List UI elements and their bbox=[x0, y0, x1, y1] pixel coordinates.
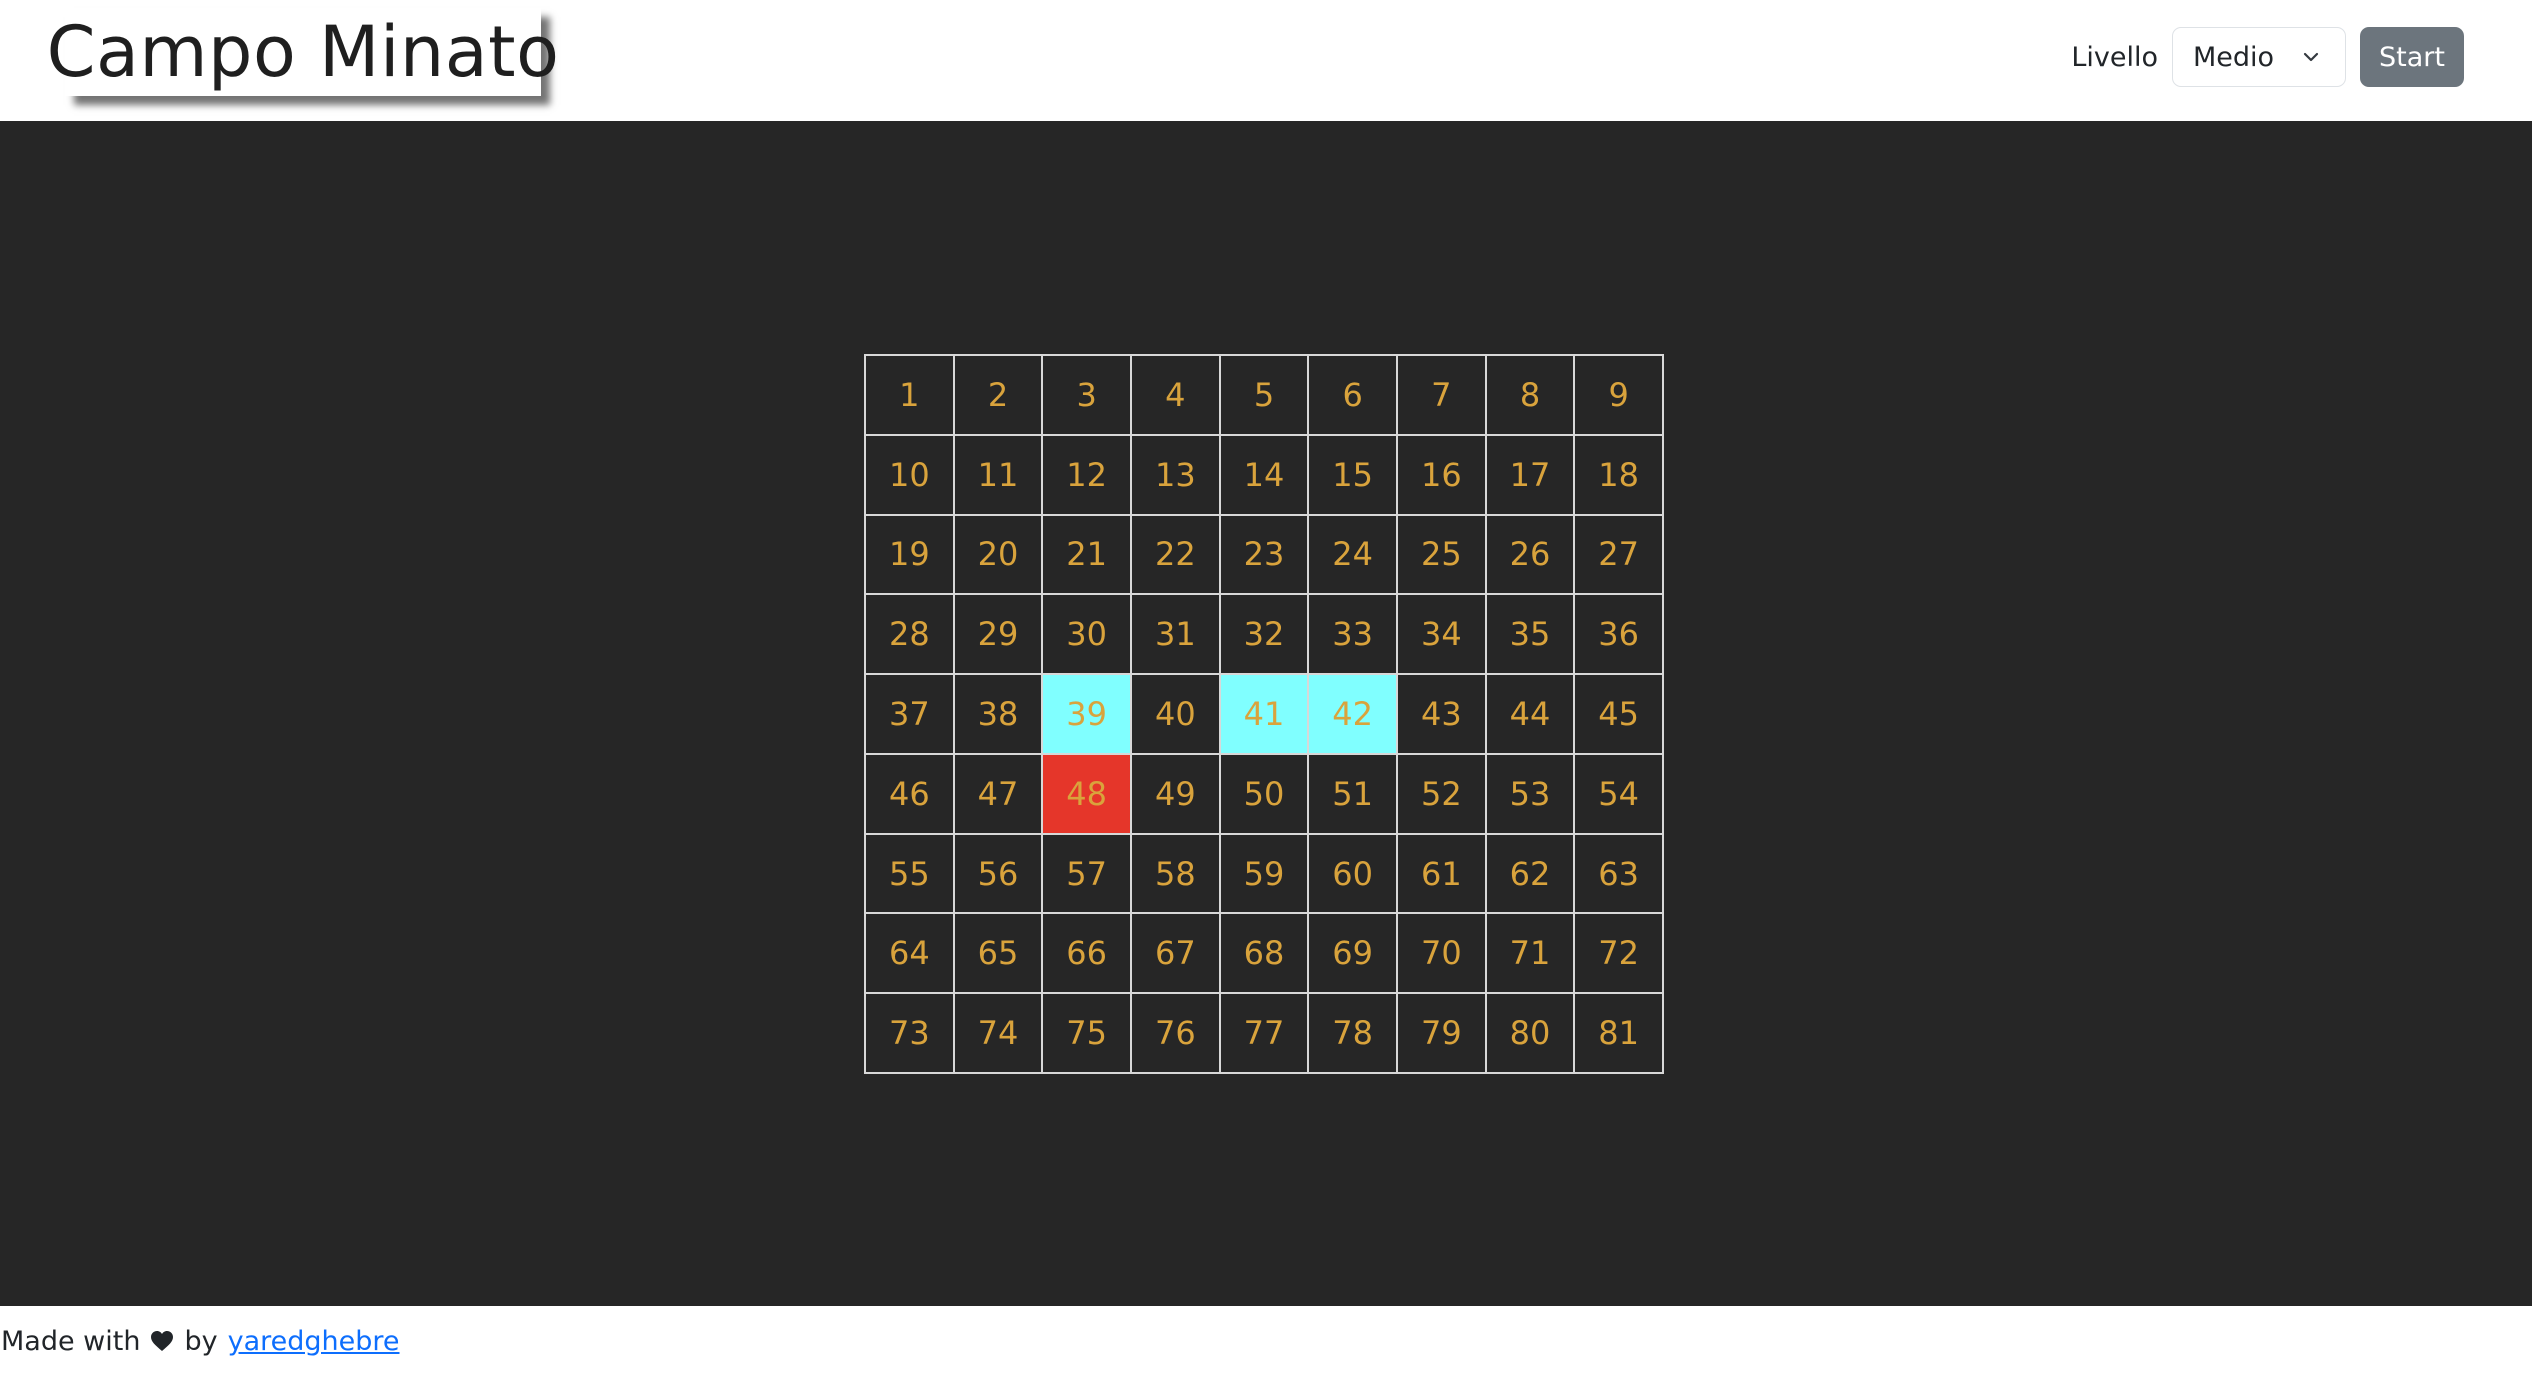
footer-by: by bbox=[184, 1325, 218, 1357]
cell[interactable]: 23 bbox=[1219, 514, 1309, 595]
cell[interactable]: 44 bbox=[1485, 674, 1575, 754]
cell[interactable]: 13 bbox=[1130, 434, 1220, 515]
game-area: 1 2 3 4 5 6 7 8 9 10 11 12 13 14 15 16 17 18 19 20 21 22 23 24 2… bbox=[0, 121, 2532, 1306]
cell[interactable]: 10 bbox=[865, 434, 954, 515]
cell[interactable]: 19 bbox=[865, 514, 954, 595]
cell[interactable]: 14 bbox=[1219, 434, 1309, 515]
app-header: Campo Minato Livello Medio Start bbox=[0, 0, 2532, 121]
cell[interactable]: 30 bbox=[1042, 594, 1131, 675]
cell[interactable]: 56 bbox=[953, 833, 1043, 914]
cell[interactable]: 47 bbox=[953, 753, 1043, 834]
cell[interactable]: 75 bbox=[1042, 993, 1131, 1073]
cell[interactable]: 20 bbox=[953, 514, 1043, 595]
cell[interactable]: 17 bbox=[1485, 434, 1575, 515]
cell[interactable]: 12 bbox=[1042, 434, 1131, 515]
cell[interactable]: 27 bbox=[1574, 514, 1663, 595]
cell[interactable]: 59 bbox=[1219, 833, 1309, 914]
cell[interactable]: 26 bbox=[1485, 514, 1575, 595]
cell[interactable]: 49 bbox=[1130, 753, 1220, 834]
start-button[interactable]: Start bbox=[2360, 27, 2464, 87]
cell-bomb[interactable]: 48 bbox=[1042, 753, 1131, 834]
cell[interactable]: 66 bbox=[1042, 913, 1131, 994]
app-title: Campo Minato bbox=[46, 11, 560, 93]
cell[interactable]: 36 bbox=[1574, 594, 1663, 675]
cell[interactable]: 21 bbox=[1042, 514, 1131, 595]
level-select-value: Medio bbox=[2193, 41, 2275, 73]
cell-revealed[interactable]: 41 bbox=[1219, 674, 1309, 754]
cell[interactable]: 57 bbox=[1042, 833, 1131, 914]
logo: Campo Minato bbox=[47, 8, 559, 96]
cell[interactable]: 9 bbox=[1574, 355, 1663, 435]
minefield-grid: 1 2 3 4 5 6 7 8 9 10 11 12 13 14 15 16 17 18 19 20 21 22 23 24 2… bbox=[864, 354, 1664, 1074]
cell[interactable]: 28 bbox=[865, 594, 954, 675]
cell[interactable]: 31 bbox=[1130, 594, 1220, 675]
cell[interactable]: 7 bbox=[1396, 355, 1486, 435]
cell[interactable]: 62 bbox=[1485, 833, 1575, 914]
cell[interactable]: 60 bbox=[1308, 833, 1397, 914]
cell[interactable]: 32 bbox=[1219, 594, 1309, 675]
cell[interactable]: 74 bbox=[953, 993, 1043, 1073]
cell[interactable]: 69 bbox=[1308, 913, 1397, 994]
cell[interactable]: 33 bbox=[1308, 594, 1397, 675]
cell[interactable]: 79 bbox=[1396, 993, 1486, 1073]
cell[interactable]: 77 bbox=[1219, 993, 1309, 1073]
cell[interactable]: 5 bbox=[1219, 355, 1309, 435]
cell[interactable]: 67 bbox=[1130, 913, 1220, 994]
cell[interactable]: 72 bbox=[1574, 913, 1663, 994]
cell[interactable]: 8 bbox=[1485, 355, 1575, 435]
level-label: Livello bbox=[2071, 41, 2158, 73]
cell[interactable]: 4 bbox=[1130, 355, 1220, 435]
chevron-down-icon bbox=[2301, 46, 2323, 68]
cell[interactable]: 68 bbox=[1219, 913, 1309, 994]
cell[interactable]: 63 bbox=[1574, 833, 1663, 914]
cell[interactable]: 15 bbox=[1308, 434, 1397, 515]
footer-made-with: Made with bbox=[1, 1325, 141, 1357]
cell[interactable]: 71 bbox=[1485, 913, 1575, 994]
cell[interactable]: 16 bbox=[1396, 434, 1486, 515]
cell[interactable]: 25 bbox=[1396, 514, 1486, 595]
cell[interactable]: 50 bbox=[1219, 753, 1309, 834]
cell[interactable]: 81 bbox=[1574, 993, 1663, 1073]
cell[interactable]: 3 bbox=[1042, 355, 1131, 435]
cell[interactable]: 78 bbox=[1308, 993, 1397, 1073]
heart-icon bbox=[150, 1330, 174, 1352]
cell[interactable]: 52 bbox=[1396, 753, 1486, 834]
cell[interactable]: 51 bbox=[1308, 753, 1397, 834]
cell[interactable]: 46 bbox=[865, 753, 954, 834]
cell[interactable]: 35 bbox=[1485, 594, 1575, 675]
cell[interactable]: 53 bbox=[1485, 753, 1575, 834]
cell[interactable]: 6 bbox=[1308, 355, 1397, 435]
cell[interactable]: 38 bbox=[953, 674, 1043, 754]
cell[interactable]: 61 bbox=[1396, 833, 1486, 914]
cell[interactable]: 29 bbox=[953, 594, 1043, 675]
cell[interactable]: 45 bbox=[1574, 674, 1663, 754]
cell[interactable]: 64 bbox=[865, 913, 954, 994]
cell[interactable]: 80 bbox=[1485, 993, 1575, 1073]
cell[interactable]: 18 bbox=[1574, 434, 1663, 515]
cell-revealed[interactable]: 39 bbox=[1042, 674, 1131, 754]
cell[interactable]: 43 bbox=[1396, 674, 1486, 754]
cell[interactable]: 11 bbox=[953, 434, 1043, 515]
cell[interactable]: 37 bbox=[865, 674, 954, 754]
cell[interactable]: 65 bbox=[953, 913, 1043, 994]
cell[interactable]: 1 bbox=[865, 355, 954, 435]
cell[interactable]: 24 bbox=[1308, 514, 1397, 595]
cell[interactable]: 58 bbox=[1130, 833, 1220, 914]
cell[interactable]: 22 bbox=[1130, 514, 1220, 595]
game-controls: Livello Medio Start bbox=[2071, 27, 2464, 87]
author-link[interactable]: yaredghebre bbox=[228, 1326, 400, 1357]
cell[interactable]: 2 bbox=[953, 355, 1043, 435]
level-select[interactable]: Medio bbox=[2172, 27, 2346, 87]
cell[interactable]: 76 bbox=[1130, 993, 1220, 1073]
cell[interactable]: 34 bbox=[1396, 594, 1486, 675]
footer: Made with by yaredghebre bbox=[0, 1306, 2532, 1376]
cell[interactable]: 73 bbox=[865, 993, 954, 1073]
cell[interactable]: 55 bbox=[865, 833, 954, 914]
cell[interactable]: 70 bbox=[1396, 913, 1486, 994]
cell[interactable]: 40 bbox=[1130, 674, 1220, 754]
cell[interactable]: 54 bbox=[1574, 753, 1663, 834]
cell-revealed[interactable]: 42 bbox=[1308, 674, 1397, 754]
